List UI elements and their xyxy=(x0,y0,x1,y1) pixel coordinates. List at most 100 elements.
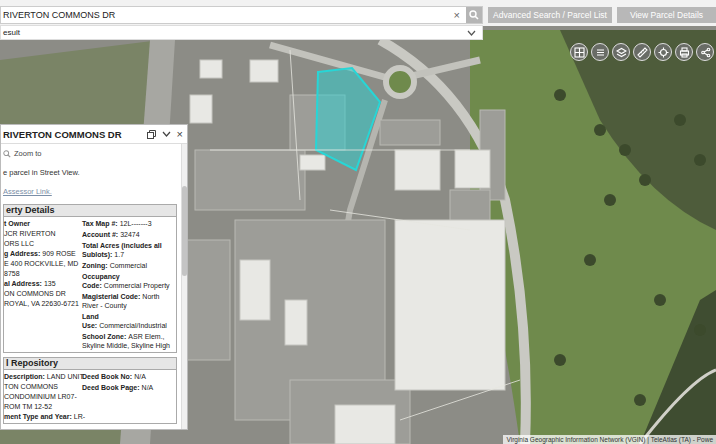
gis-viewer: RIVERTON COMMONS DR×Advanced Search / Pa… xyxy=(0,0,716,444)
right-column: Tax Map #:12L-------3 Account #:32474 Tota… xyxy=(80,219,176,350)
woods xyxy=(560,30,716,230)
map-tool[interactable] xyxy=(696,43,714,61)
result-label: esult xyxy=(3,28,20,37)
field-value: N/A xyxy=(142,384,154,391)
tree xyxy=(694,324,706,336)
parking-lot xyxy=(195,150,305,210)
street-view-text: e parcel in Street View. xyxy=(3,168,177,177)
map-tool[interactable] xyxy=(612,43,630,61)
top-bar: RIVERTON COMMONS DR× Advanced Search / Pa… xyxy=(0,0,716,26)
map-tool[interactable] xyxy=(633,43,651,61)
field-label: t Owner xyxy=(4,220,30,227)
info-section: erty Details t Owner JCR RIVERTON ORS LLC g … xyxy=(3,204,177,353)
field-line: ROM TM 12-52 xyxy=(4,402,80,411)
field: School Zone:ASR Elem., Skyline Middle, S… xyxy=(82,332,176,350)
urban-ground xyxy=(0,0,716,444)
field-line: Description:LAND UNIT xyxy=(4,372,80,381)
field-line: JCR RIVERTON xyxy=(4,229,80,238)
magnifier-icon xyxy=(469,10,479,20)
field-label: Account #: xyxy=(82,231,118,238)
field-label: Magisterial Code: xyxy=(82,293,140,300)
field: Zoning:Commercial xyxy=(82,261,176,270)
field-value: TON COMMONS xyxy=(4,383,58,390)
road xyxy=(270,45,480,80)
field: Tax Map #:12L-------3 xyxy=(82,219,176,228)
field-value: ON COMMONS DR xyxy=(4,290,66,297)
map-tool[interactable] xyxy=(591,43,609,61)
field-label: al Address: xyxy=(4,280,42,287)
field-label: g Address: xyxy=(4,250,40,257)
rail-line xyxy=(640,370,716,444)
result-dropdown[interactable]: esult xyxy=(0,25,483,40)
tree xyxy=(634,394,646,406)
zoom-link[interactable]: Zoom to xyxy=(3,149,177,158)
field-value: 8758 xyxy=(4,270,20,277)
building xyxy=(335,405,395,444)
clear-button[interactable]: × xyxy=(448,9,466,21)
field: Total Acres (includes all Sublots):1.7 xyxy=(82,241,176,259)
toolbar-button[interactable]: Advanced Search / Parcel List xyxy=(488,7,612,23)
field: Account #:32474 xyxy=(82,230,176,239)
field-label: Land Use: xyxy=(82,313,99,329)
field-value: 135 xyxy=(44,280,56,287)
field-value: CONDOMINIUM LR07- xyxy=(4,393,77,400)
golf-course xyxy=(470,30,716,444)
parcel-lines xyxy=(210,50,520,420)
field: Land Use:Commercial/Industrial xyxy=(82,312,176,330)
field-value: ORS LLC xyxy=(4,240,34,247)
field-value: Commercial Property xyxy=(104,282,170,289)
popup-body: Zoom to e parcel in Street View. Assessor … xyxy=(1,143,187,429)
search-field[interactable]: RIVERTON COMMONS DR× xyxy=(0,6,483,24)
field-value: LR- xyxy=(74,413,85,420)
tree xyxy=(604,194,616,206)
search-value[interactable]: RIVERTON COMMONS DR xyxy=(1,10,448,20)
right-column: Deed Book No: N/ADeed Book Page:N/A xyxy=(80,372,176,421)
field-line: ON COMMONS DR xyxy=(4,289,80,298)
tree xyxy=(619,144,631,156)
tree xyxy=(654,294,666,306)
field-line: TON COMMONS xyxy=(4,382,80,391)
scroll-thumb[interactable] xyxy=(182,186,187,276)
field-line: ment Type and Year:LR- xyxy=(4,412,80,421)
field-line: 8758 xyxy=(4,269,80,278)
field: Deed Book Page:N/A xyxy=(82,383,176,392)
field-label: Tax Map #: xyxy=(82,220,118,227)
field-label: Zoning: xyxy=(82,262,108,269)
selected-parcel[interactable] xyxy=(316,68,380,170)
dock-icon[interactable] xyxy=(147,130,156,139)
scrollbar[interactable] xyxy=(181,144,187,429)
tree xyxy=(674,114,686,126)
parcel-popup: RIVERTON COMMONS DR×Zoom toe parcel in S… xyxy=(0,124,188,430)
tree xyxy=(554,354,566,366)
building xyxy=(395,220,505,390)
field-label: Deed Book Page: xyxy=(82,384,140,391)
tree xyxy=(584,254,596,266)
field-value: JCR RIVERTON xyxy=(4,230,55,237)
tree xyxy=(594,124,606,136)
field-line: E 400 ROCKVILLE, MD xyxy=(4,259,80,268)
section-title: erty Details xyxy=(3,204,177,217)
field-line: CONDOMINIUM LR07- xyxy=(4,392,80,401)
roundabout xyxy=(386,68,414,96)
map-tool[interactable] xyxy=(570,43,588,61)
locate-icon xyxy=(658,47,669,58)
field-label: Deed Book No: xyxy=(82,373,132,380)
field-value: Commercial xyxy=(110,262,147,269)
list-icon xyxy=(595,47,606,58)
field-label: Description: xyxy=(4,373,45,380)
field-line: g Address:909 ROSE xyxy=(4,249,80,258)
close-button[interactable]: × xyxy=(177,128,183,140)
field-value: Commercial/Industrial xyxy=(99,322,167,329)
collapse-icon[interactable] xyxy=(162,131,171,137)
building xyxy=(300,155,325,170)
field-label: ment Type and Year: xyxy=(4,413,72,420)
woods-south xyxy=(640,290,716,444)
basemap-icon xyxy=(574,47,585,58)
toolbar-button[interactable]: View Parcel Details xyxy=(617,7,716,23)
assessor-link[interactable]: Assessor Link. xyxy=(3,187,177,196)
map-tool[interactable] xyxy=(675,43,693,61)
field-value: E 400 ROCKVILLE, MD xyxy=(4,260,78,267)
map-tool[interactable] xyxy=(654,43,672,61)
search-button[interactable] xyxy=(466,7,482,23)
field-line: ROYAL, VA 22630-6721 xyxy=(4,299,80,308)
